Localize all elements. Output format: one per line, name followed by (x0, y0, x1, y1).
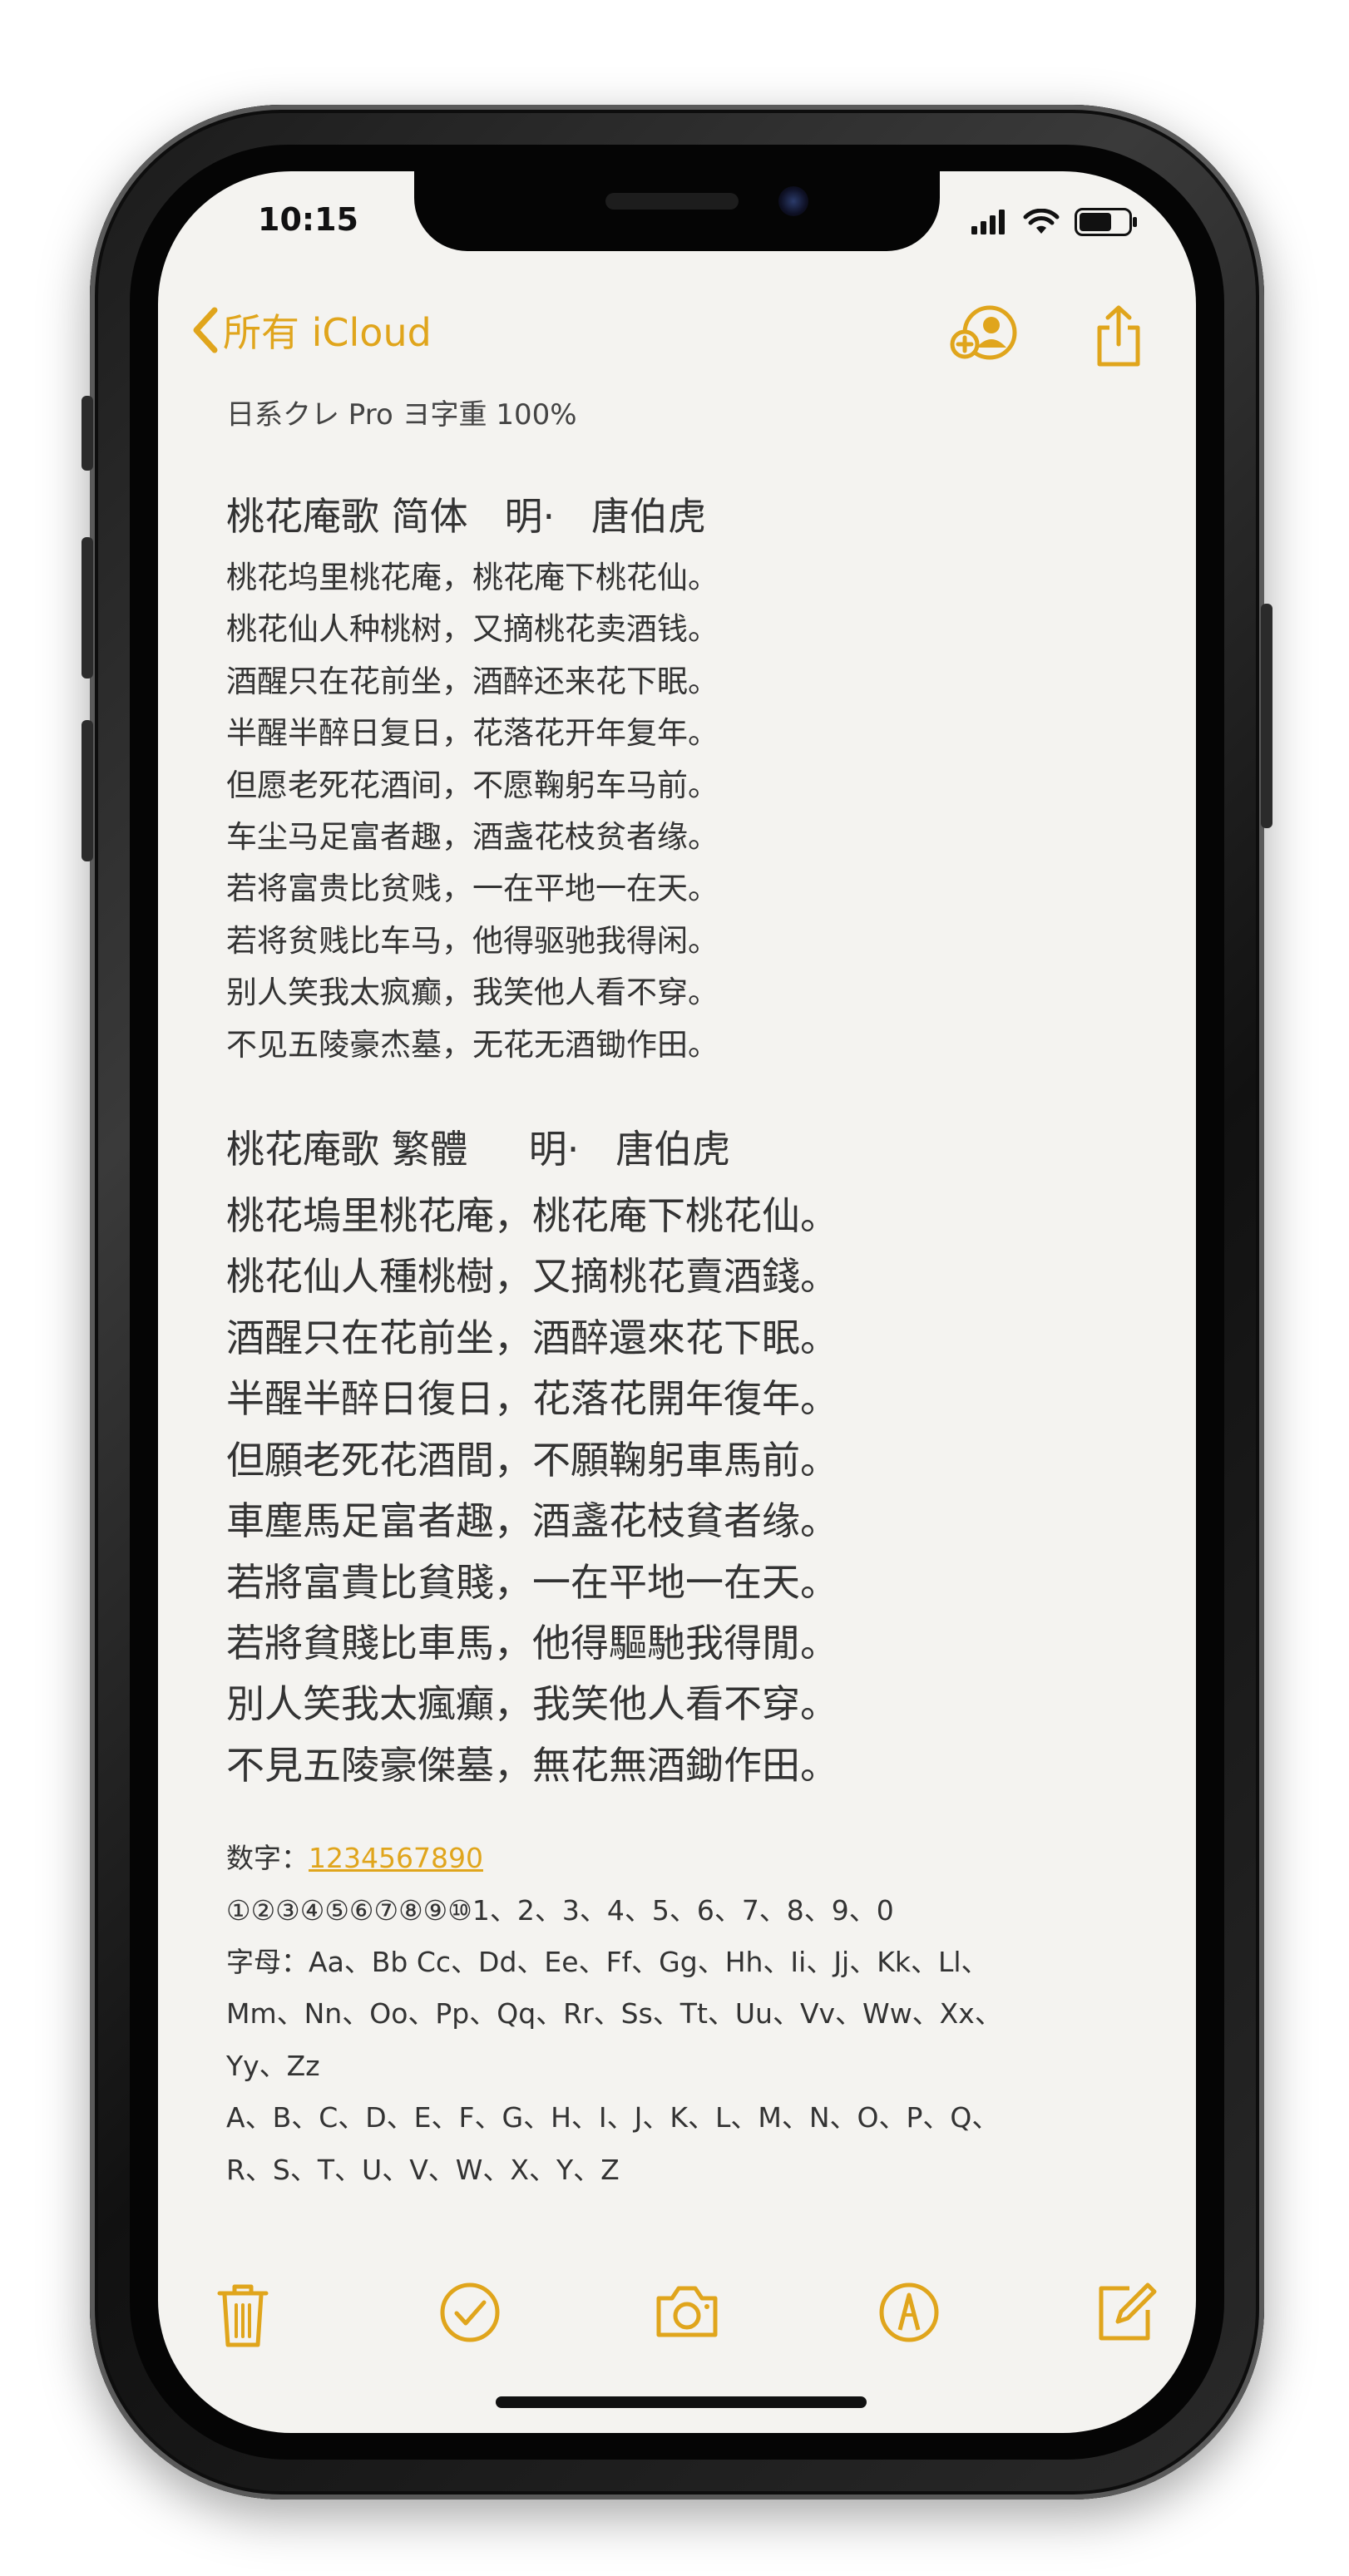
volume-up-button (82, 537, 93, 679)
numbers-label: 数字： (226, 1842, 309, 1875)
compose-icon (1099, 2282, 1157, 2341)
numbers-line: 数字：1234567890 (226, 1833, 1141, 1884)
poem-line: 若将富贵比贫贱，一在平地一在天。 (226, 871, 719, 907)
front-camera (778, 186, 808, 216)
delete-button[interactable] (216, 2282, 269, 2351)
earpiece-speaker (605, 193, 739, 210)
poem-line: 桃花仙人種桃樹，又摘桃花賣酒錢。 (226, 1254, 838, 1300)
camera-icon (656, 2286, 718, 2337)
poem-line: 桃花仙人种桃树，又摘桃花卖酒钱。 (226, 611, 719, 648)
poem-line: 不見五陵豪傑墓，無花無酒鋤作田。 (226, 1742, 838, 1788)
uppercase-line: A、B、C、D、E、F、G、H、I、J、K、L、M、N、O、P、Q、 (226, 2101, 1000, 2134)
battery-icon (1075, 208, 1137, 236)
share-button[interactable] (1093, 304, 1144, 371)
letters-line: Yy、Zz (226, 2049, 320, 2082)
power-button (1261, 604, 1272, 828)
poem-line: 桃花坞里桃花庵，桃花庵下桃花仙。 (226, 560, 719, 595)
chevron-left-icon (193, 307, 218, 353)
trash-icon (217, 2284, 269, 2347)
numbers-link[interactable]: 1234567890 (309, 1842, 483, 1874)
poem-line: 不见五陵豪杰墓，无花无酒锄作田。 (226, 1026, 719, 1063)
phone-frame: 10:15 所有 iCloud 日系クレ Pro ヨ字重 100% 桃花庵歌 简… (82, 105, 1272, 2500)
poem-line: 若将贫贱比车马，他得驱驰我得闲。 (226, 922, 719, 959)
circled-numbers-line: ①②③④⑤⑥⑦⑧⑨⑩1、2、3、4、5、6、7、8、9、0 (226, 1893, 894, 1927)
poem-line: 车尘马足富者趣，酒盏花枝贫者缘。 (226, 819, 719, 856)
add-person-icon (950, 305, 1017, 360)
nav-actions (950, 304, 1144, 371)
uppercase-line: R、S、T、U、V、W、X、Y、Z (226, 2153, 620, 2186)
compose-button[interactable] (1096, 2282, 1158, 2347)
cellular-signal-icon (971, 210, 1005, 234)
traditional-title: 桃花庵歌 繁體 明· 唐伯虎 (226, 1127, 731, 1172)
volume-down-button (82, 720, 93, 861)
poem-line: 桃花塢里桃花庵，桃花庵下桃花仙。 (226, 1193, 838, 1239)
poem-line: 半醒半醉日复日，花落花开年复年。 (226, 715, 719, 752)
status-icons (971, 208, 1138, 236)
poem-line: 若將貧賤比車馬，他得驅馳我得閒。 (226, 1620, 838, 1666)
bottom-toolbar (158, 2282, 1196, 2365)
camera-button[interactable] (654, 2282, 720, 2343)
back-label: 所有 iCloud (223, 310, 432, 355)
font-info-line: 日系クレ Pro ヨ字重 100% (226, 398, 577, 432)
traditional-section: 桃花庵歌 繁體 明· 唐伯虎 桃花塢里桃花庵，桃花庵下桃花仙。 桃花仙人種桃樹，… (226, 1121, 1141, 1796)
notes-screen: 10:15 所有 iCloud 日系クレ Pro ヨ字重 100% 桃花庵歌 简… (158, 171, 1196, 2433)
add-person-button[interactable] (950, 304, 1021, 371)
simplified-section: 桃花庵歌 简体 明· 唐伯虎 桃花坞里桃花庵，桃花庵下桃花仙。 桃花仙人种桃树，… (226, 487, 1141, 1071)
poem-line: 酒醒只在花前坐，酒醉還來花下眠。 (226, 1315, 838, 1360)
letters-line: 字母：Aa、Bb Cc、Dd、Ee、Ff、Gg、Hh、Ii、Jj、Kk、Ll、 (226, 1945, 989, 1978)
notch (414, 171, 940, 251)
poem-line: 半醒半醉日復日，花落花開年復年。 (226, 1376, 838, 1422)
poem-line: 酒醒只在花前坐，酒醉还来花下眠。 (226, 663, 719, 699)
markup-button[interactable] (878, 2282, 940, 2347)
poem-line: 別人笑我太瘋癲，我笑他人看不穿。 (226, 1681, 838, 1727)
note-body[interactable]: 日系クレ Pro ヨ字重 100% 桃花庵歌 简体 明· 唐伯虎 桃花坞里桃花庵… (226, 392, 1141, 2196)
poem-line: 車塵馬足富者趣，酒盞花枝貧者缘。 (226, 1498, 838, 1544)
poem-line: 别人笑我太疯癫，我笑他人看不穿。 (226, 975, 719, 1011)
wifi-icon (1023, 209, 1060, 234)
simplified-title: 桃花庵歌 简体 明· 唐伯虎 (226, 494, 706, 539)
poem-line: 但願老死花酒間，不願鞠躬車馬前。 (226, 1437, 838, 1483)
status-time: 10:15 (258, 201, 358, 238)
checkmark-circle-icon (440, 2282, 500, 2342)
character-sample-section: 数字：1234567890 ①②③④⑤⑥⑦⑧⑨⑩1、2、3、4、5、6、7、8、… (226, 1833, 1141, 2196)
home-indicator[interactable] (496, 2396, 867, 2408)
checklist-button[interactable] (439, 2282, 501, 2347)
letters-line: Mm、Nn、Oo、Pp、Qq、Rr、Ss、Tt、Uu、Vv、Ww、Xx、 (226, 1997, 1002, 2031)
poem-line: 若將富貴比貧賤，一在平地一在天。 (226, 1559, 838, 1605)
back-button[interactable]: 所有 iCloud (191, 303, 432, 358)
share-icon (1097, 305, 1140, 367)
pen-circle-icon (879, 2282, 939, 2342)
mute-switch (82, 396, 93, 471)
poem-line: 但愿老死花酒间，不愿鞠躬车马前。 (226, 767, 719, 803)
